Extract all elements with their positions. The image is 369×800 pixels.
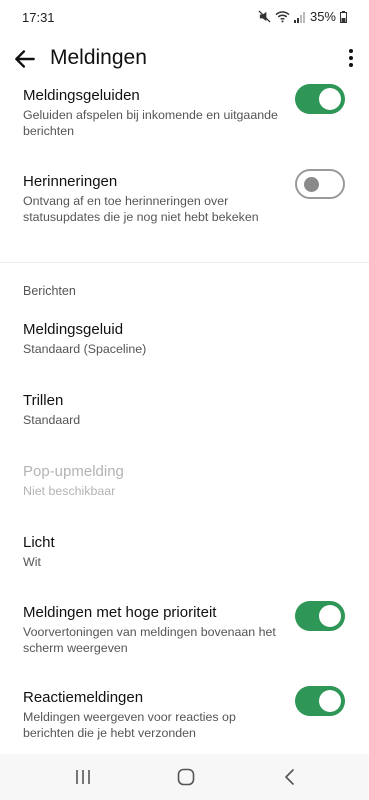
status-time: 17:31 [22,10,55,25]
setting-title: Licht [23,534,55,551]
setting-value: Niet beschikbaar [23,484,116,498]
toggle-knob [319,605,341,627]
back-arrow-icon[interactable] [12,46,38,72]
meldingsgeluiden-toggle[interactable] [295,84,345,114]
back-nav-icon[interactable] [279,766,301,788]
toggle-knob [319,88,341,110]
setting-title: Reactiemeldingen [23,689,144,706]
home-icon[interactable] [175,766,197,788]
setting-reactiemeldingen[interactable]: Reactiemeldingen Meldingen weergeven voo… [23,688,279,741]
toggle-knob [319,690,341,712]
setting-subtitle: Geluiden afspelen bij inkomende en uitga… [23,108,278,138]
setting-title: Meldingsgeluid [23,321,124,338]
section-divider [0,262,369,263]
setting-title: Pop-upmelding [23,463,124,480]
more-options-icon[interactable] [347,48,355,68]
mute-icon [258,10,271,23]
setting-subtitle: Voorvertoningen van meldingen bovenaan h… [23,625,276,655]
setting-title: Meldingsgeluiden [23,87,140,104]
app-bar: Meldingen [0,38,369,82]
setting-subtitle: Meldingen weergeven voor reacties op ber… [23,710,236,740]
reactiemeldingen-toggle[interactable] [295,686,345,716]
setting-title: Herinneringen [23,173,118,190]
setting-hoge-prioriteit[interactable]: Meldingen met hoge prioriteit Voorverton… [23,603,279,656]
setting-trillen[interactable]: Trillen Standaard [23,391,345,428]
navigation-bar [0,754,369,800]
status-bar: 17:31 35% [0,0,369,36]
setting-licht[interactable]: Licht Wit [23,533,345,570]
herinneringen-toggle[interactable] [295,169,345,199]
setting-title: Trillen [23,392,64,409]
setting-meldingsgeluiden[interactable]: Meldingsgeluiden Geluiden afspelen bij i… [23,86,279,139]
wifi-icon [275,11,290,23]
section-label-berichten: Berichten [23,284,76,298]
setting-herinneringen[interactable]: Herinneringen Ontvang af en toe herinner… [23,172,279,225]
hoge-prioriteit-toggle[interactable] [295,601,345,631]
setting-value: Standaard (Spaceline) [23,342,147,356]
setting-meldingsgeluid[interactable]: Meldingsgeluid Standaard (Spaceline) [23,320,345,357]
page-title: Meldingen [50,46,147,69]
status-icons: 35% [258,9,347,24]
signal-icon [293,11,305,23]
recent-apps-icon[interactable] [72,766,94,788]
setting-title: Meldingen met hoge prioriteit [23,604,217,621]
setting-value: Wit [23,555,41,569]
setting-subtitle: Ontvang af en toe herinneringen over sta… [23,194,259,224]
toggle-knob [304,177,319,192]
battery-icon [340,10,347,23]
setting-pop-upmelding: Pop-upmelding Niet beschikbaar [23,462,345,499]
battery-level: 35% [309,9,336,24]
setting-value: Standaard [23,413,81,427]
